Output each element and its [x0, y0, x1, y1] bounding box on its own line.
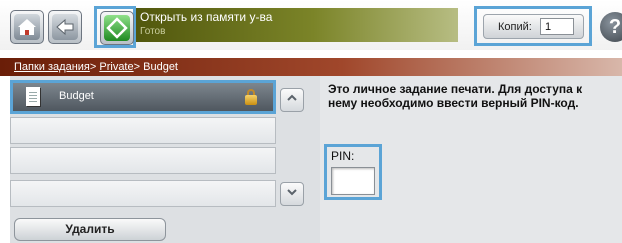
delete-button[interactable]: Удалить: [14, 218, 166, 241]
breadcrumb-separator: >: [133, 61, 141, 73]
breadcrumb-separator: >: [89, 61, 97, 73]
top-bar: Открыть из памяти у-ва Готов Копий: 1 ?: [0, 0, 622, 50]
start-button[interactable]: [100, 11, 134, 45]
list-item[interactable]: [10, 117, 276, 144]
private-job-message: Это личное задание печати. Для доступа к…: [328, 82, 583, 110]
copies-button[interactable]: Копий: 1: [483, 14, 584, 39]
breadcrumb-item-current: Budget: [143, 61, 178, 73]
chevron-up-icon: [286, 93, 298, 107]
status-panel: Открыть из памяти у-ва Готов: [136, 8, 458, 42]
help-icon[interactable]: ?: [600, 12, 622, 42]
start-button-highlight: [94, 6, 136, 48]
list-item[interactable]: [10, 180, 276, 207]
pin-input[interactable]: [331, 167, 375, 195]
document-icon: [26, 87, 40, 106]
breadcrumb-item-job-folders[interactable]: Папки задания: [14, 61, 90, 73]
chevron-down-icon: [286, 187, 298, 201]
start-icon: [104, 15, 130, 41]
list-item[interactable]: [10, 147, 276, 174]
list-item-selected[interactable]: Budget: [10, 80, 276, 114]
home-icon: [14, 14, 40, 40]
copies-highlight: Копий: 1: [474, 6, 592, 46]
home-button[interactable]: [10, 10, 44, 44]
scroll-up-button[interactable]: [280, 88, 304, 112]
lock-icon: [245, 89, 257, 105]
breadcrumb-item-private[interactable]: Private: [99, 61, 133, 73]
pin-label: PIN:: [331, 149, 355, 163]
breadcrumb: Папки задания> Private> Budget: [0, 58, 622, 76]
info-panel: Это личное задание печати. Для доступа к…: [320, 76, 622, 243]
status-subtitle: Готов: [140, 26, 166, 37]
pin-highlight: PIN:: [324, 144, 382, 200]
scroll-down-button[interactable]: [280, 182, 304, 206]
back-icon: [52, 14, 78, 40]
copies-label: Копий:: [498, 21, 532, 33]
back-button[interactable]: [48, 10, 82, 44]
copies-value[interactable]: 1: [540, 18, 574, 35]
status-title: Открыть из памяти у-ва: [140, 10, 273, 24]
list-item-label: Budget: [59, 90, 94, 102]
